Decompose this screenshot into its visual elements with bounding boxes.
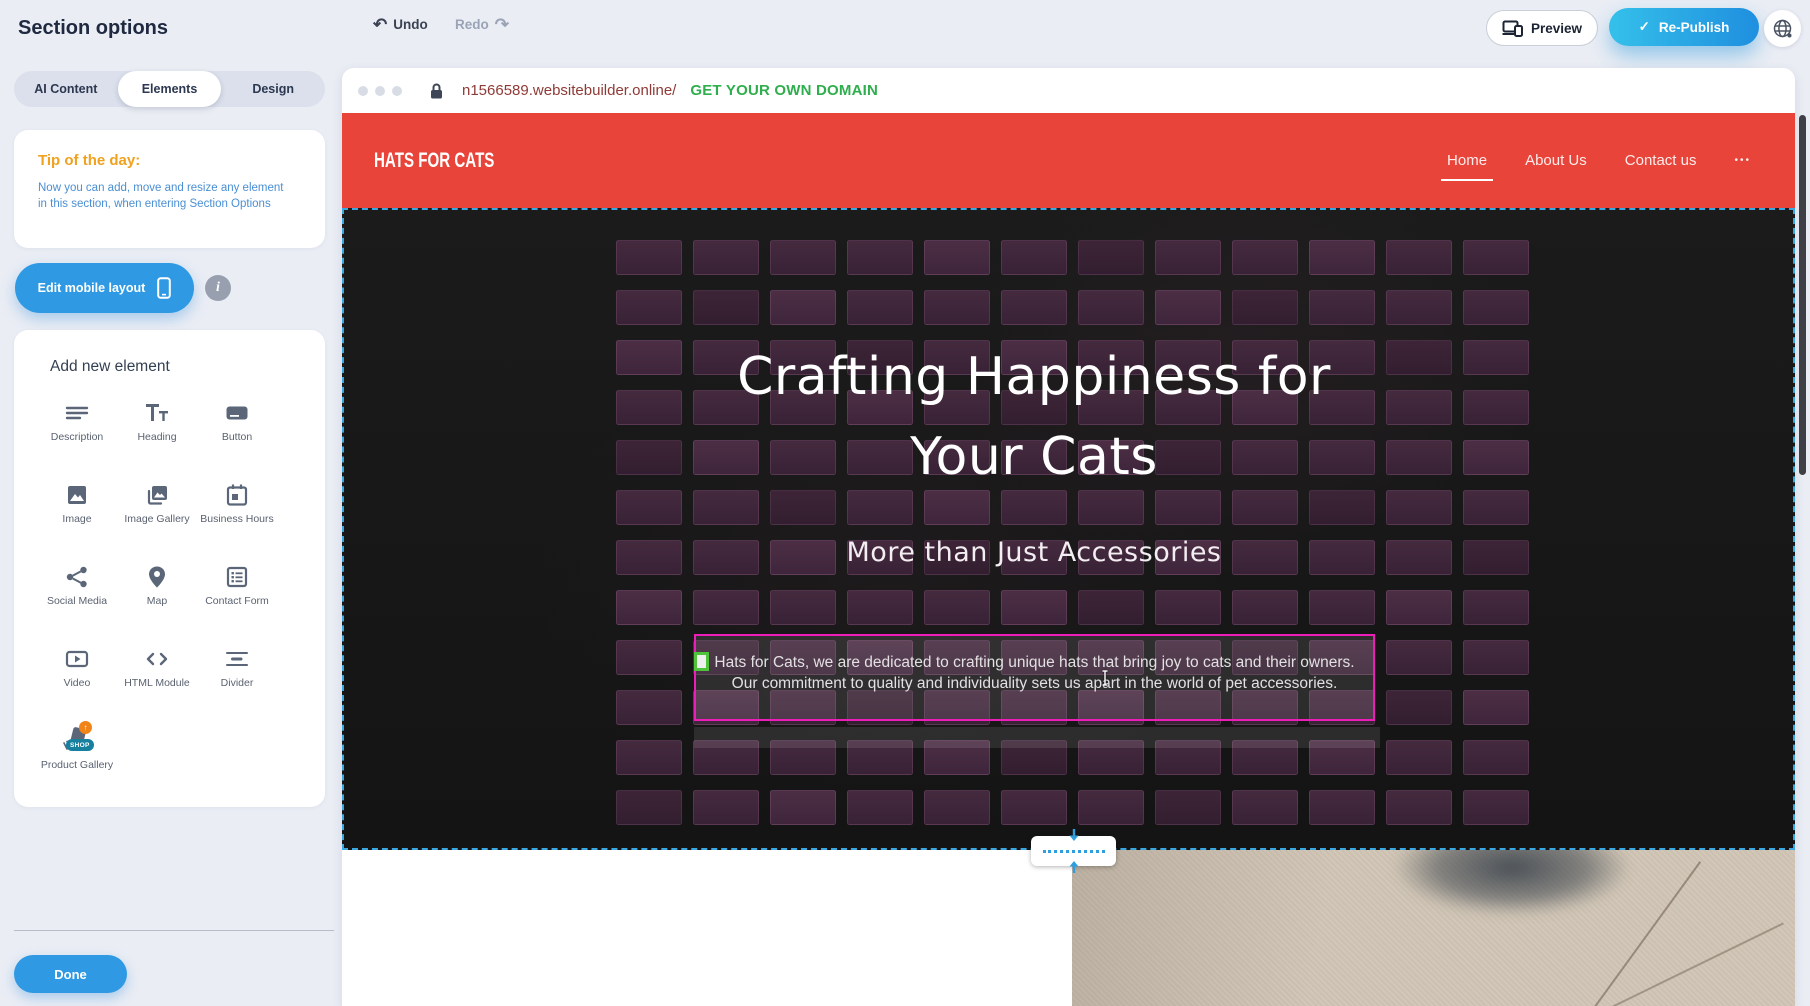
element-html-module[interactable]: HTML Module [117,642,197,724]
image-gallery-icon [142,480,172,510]
devices-icon [1502,19,1523,37]
text-cursor-icon [1100,670,1110,686]
map-icon [142,562,172,592]
image-icon [62,480,92,510]
browser-chrome: n1566589.websitebuilder.online/ GET YOUR… [342,68,1795,113]
hero-section[interactable]: Crafting Happiness for Your Cats More th… [342,208,1795,850]
website-builder-app: Section options AI Content Elements Desi… [0,0,1810,1006]
contact-form-icon [222,562,252,592]
edit-mobile-layout-button[interactable]: Edit mobile layout [15,263,194,313]
language-globe-button[interactable] [1764,10,1801,47]
url-text[interactable]: n1566589.websitebuilder.online/ [462,82,676,99]
redo-icon: ↷ [495,16,509,33]
hero-paragraph[interactable]: Hats for Cats, we are dedicated to craft… [696,653,1373,694]
arrow-down-icon [1068,829,1080,842]
tab-elements[interactable]: Elements [118,71,222,107]
add-new-element-card: Add new element Description Heading [14,330,325,807]
element-divider[interactable]: Divider [197,642,277,724]
tip-title: Tip of the day: [38,152,140,169]
element-contact-form[interactable]: Contact Form [197,560,277,642]
info-icon[interactable]: i [205,275,231,301]
nav-about-us[interactable]: About Us [1525,152,1587,169]
add-new-element-title: Add new element [50,358,170,376]
resize-dash-line [1043,850,1105,853]
button-icon [222,398,252,428]
done-button[interactable]: Done [14,955,127,993]
element-product-gallery[interactable]: SHOP ↑ Product Gallery [37,724,117,806]
product-gallery-icon: SHOP ↑ [60,726,94,756]
business-hours-icon [222,480,252,510]
browser-scrollbar[interactable] [1799,115,1806,475]
panel-divider [14,930,334,931]
redo-button[interactable]: Redo ↷ [455,16,509,33]
html-module-icon [142,644,172,674]
divider-icon [222,644,252,674]
element-grid: Description Heading Button [37,396,283,806]
text-element-padding-band [694,727,1380,748]
description-icon [62,398,92,428]
element-video[interactable]: Video [37,642,117,724]
page-title: Section options [18,17,168,40]
element-heading[interactable]: Heading [117,396,197,478]
tip-of-the-day-card: Tip of the day: Now you can add, move an… [14,130,325,248]
site-header: HATS FOR CATS Home About Us Contact us •… [342,113,1795,208]
lock-icon [429,82,444,100]
tip-body: Now you can add, move and resize any ele… [38,181,283,212]
site-nav: Home About Us Contact us ••• [1447,113,1751,208]
tab-design[interactable]: Design [221,71,325,107]
section-options-panel: Section options AI Content Elements Desi… [0,0,348,1006]
element-business-hours[interactable]: Business Hours [197,478,277,560]
element-map[interactable]: Map [117,560,197,642]
get-your-own-domain-link[interactable]: GET YOUR OWN DOMAIN [690,82,878,99]
element-image-gallery[interactable]: Image Gallery [117,478,197,560]
element-image[interactable]: Image [37,478,117,560]
nav-more-icon[interactable]: ••• [1734,155,1751,166]
panel-tabs: AI Content Elements Design [14,71,325,107]
element-drag-handle[interactable] [694,652,709,671]
upgrade-arrow-badge: ↑ [79,721,92,734]
social-media-icon [62,562,92,592]
video-icon [62,644,92,674]
selected-text-element[interactable]: Hats for Cats, we are dedicated to craft… [694,634,1375,721]
section-resize-handle[interactable] [1031,836,1116,866]
element-social-media[interactable]: Social Media [37,560,117,642]
hero-heading-line2[interactable]: Your Cats [342,417,1726,497]
hero-heading-line1[interactable]: Crafting Happiness for [342,337,1726,417]
site-logo[interactable]: HATS FOR CATS [374,149,494,173]
tab-ai-content[interactable]: AI Content [14,71,118,107]
globe-icon [1772,18,1794,40]
check-icon: ✓ [1639,19,1650,35]
undo-button[interactable]: ↶ Undo [373,16,428,33]
window-dots-icon [358,86,402,96]
next-section[interactable] [342,850,1795,1006]
undo-icon: ↶ [373,16,387,33]
heading-icon [142,398,172,428]
phone-icon [157,277,171,299]
preview-button[interactable]: Preview [1486,10,1598,46]
republish-button[interactable]: ✓ Re-Publish [1609,8,1759,46]
nav-contact-us[interactable]: Contact us [1625,152,1697,169]
hero-content: Crafting Happiness for Your Cats More th… [342,208,1726,850]
floor-photo-image [1072,850,1795,1006]
nav-home[interactable]: Home [1447,152,1487,169]
arrow-up-icon [1068,860,1080,873]
element-button[interactable]: Button [197,396,277,478]
hero-subheading[interactable]: More than Just Accessories [342,537,1726,568]
shop-badge: SHOP [66,739,94,751]
element-description[interactable]: Description [37,396,117,478]
